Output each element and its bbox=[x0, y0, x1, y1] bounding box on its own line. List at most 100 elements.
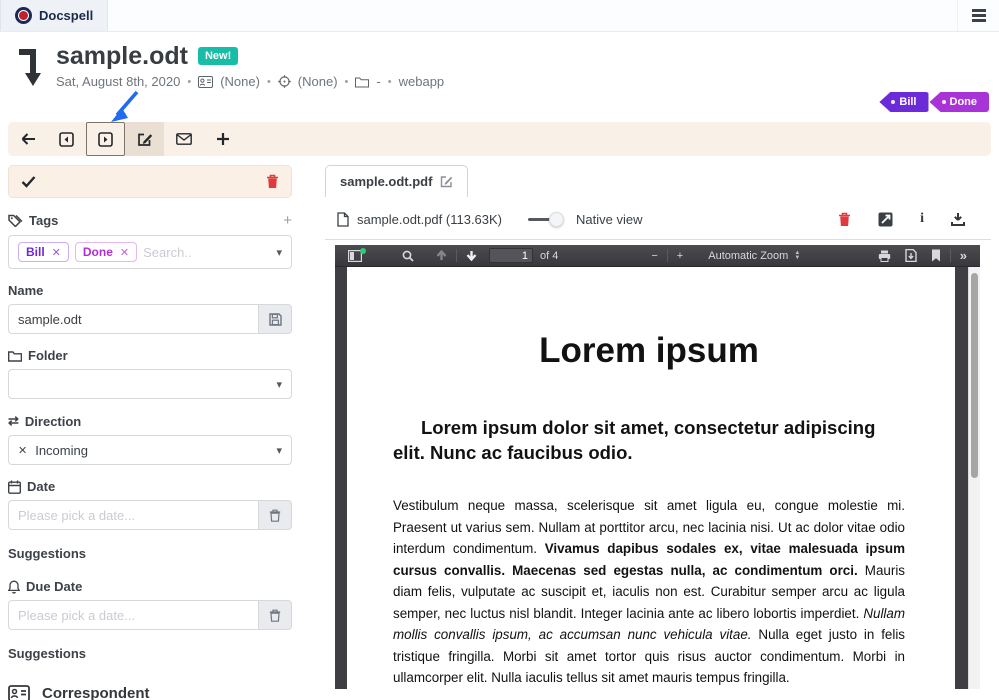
pdf-print-button[interactable] bbox=[871, 250, 898, 262]
pdf-zoom-out-button[interactable]: − bbox=[644, 250, 664, 262]
clear-date-button[interactable] bbox=[258, 500, 292, 530]
file-info-button[interactable]: i bbox=[920, 211, 924, 227]
square-caret-left-icon bbox=[59, 132, 74, 147]
pdf-search-button[interactable] bbox=[395, 245, 421, 266]
square-caret-right-icon bbox=[98, 132, 113, 147]
due-date-suggestions-label: Suggestions bbox=[8, 646, 292, 661]
pdf-zoom-in-button[interactable]: + bbox=[670, 250, 690, 262]
print-icon bbox=[878, 250, 891, 262]
document-date: Sat, August 8th, 2020 bbox=[56, 74, 180, 89]
remove-tag-icon[interactable]: ✕ bbox=[120, 246, 129, 259]
tags-icon bbox=[8, 214, 23, 227]
header-tags: Bill Done bbox=[878, 92, 989, 112]
tags-multiselect[interactable]: Bill✕ Done✕ Search.. ▾ bbox=[8, 235, 292, 269]
tag-ribbon-done[interactable]: Done bbox=[930, 92, 990, 112]
chevron-down-icon[interactable]: ▾ bbox=[276, 246, 282, 259]
trash-icon bbox=[269, 609, 281, 622]
bell-icon bbox=[8, 580, 20, 594]
save-icon bbox=[269, 313, 282, 326]
confirm-check-icon[interactable] bbox=[21, 175, 36, 188]
pdf-page-input[interactable] bbox=[490, 249, 532, 262]
download-file-button[interactable] bbox=[951, 212, 965, 226]
pdf-doc-subtitle: Lorem ipsum dolor sit amet, consectetur … bbox=[393, 415, 905, 465]
pdf-page-area: Lorem ipsum Lorem ipsum dolor sit amet, … bbox=[335, 267, 980, 689]
trash-icon bbox=[838, 212, 851, 227]
delete-item-icon[interactable] bbox=[266, 174, 279, 189]
native-view-toggle[interactable] bbox=[528, 212, 564, 226]
pdf-page-count: of 4 bbox=[540, 250, 558, 262]
clear-direction-icon[interactable]: ✕ bbox=[18, 444, 27, 457]
pdf-more-tools-button[interactable]: » bbox=[953, 248, 974, 263]
chevron-down-icon[interactable]: ▾ bbox=[276, 444, 282, 457]
pdf-bookmark-button[interactable] bbox=[924, 249, 948, 262]
prev-item-button[interactable] bbox=[47, 122, 86, 156]
clear-due-date-button[interactable] bbox=[258, 600, 292, 630]
pdf-prev-page-button[interactable] bbox=[429, 245, 454, 266]
tag-chip-bill[interactable]: Bill✕ bbox=[18, 242, 69, 262]
select-arrows-icon: ▲▼ bbox=[794, 251, 800, 261]
name-input[interactable] bbox=[8, 304, 258, 334]
tags-field-label: Tags + bbox=[8, 212, 292, 229]
brand-name: Docspell bbox=[39, 8, 93, 23]
navbar-spacer bbox=[108, 0, 957, 31]
reset-name-button[interactable] bbox=[258, 304, 292, 334]
file-download-icon bbox=[905, 249, 917, 262]
direction-select[interactable]: ✕ Incoming ▾ bbox=[8, 435, 292, 465]
attachment-tabs: sample.odt.pdf bbox=[325, 165, 991, 197]
metadata-panel-header bbox=[8, 165, 292, 198]
tag-chip-done[interactable]: Done✕ bbox=[75, 242, 137, 262]
file-icon bbox=[337, 212, 349, 227]
pdf-scrollbar[interactable] bbox=[968, 267, 980, 689]
tags-search-placeholder: Search.. bbox=[143, 245, 191, 260]
due-date-input[interactable] bbox=[8, 600, 258, 630]
name-input-group bbox=[8, 304, 292, 334]
due-date-field-label: Due Date bbox=[8, 579, 292, 594]
date-input[interactable] bbox=[8, 500, 258, 530]
open-file-button[interactable] bbox=[878, 212, 893, 227]
add-tag-icon[interactable]: + bbox=[283, 212, 292, 229]
send-mail-button[interactable] bbox=[164, 122, 203, 156]
viewer-panel: sample.odt.pdf sample.odt.pdf (113.63K) … bbox=[325, 165, 991, 689]
address-card-icon bbox=[8, 685, 30, 700]
document-meta: Sat, August 8th, 2020 • (None) • (None) … bbox=[56, 74, 444, 89]
source-meta: webapp bbox=[399, 74, 445, 89]
trash-icon bbox=[269, 509, 281, 522]
bookmark-icon bbox=[931, 249, 941, 262]
envelope-icon bbox=[176, 133, 192, 145]
pdf-sidebar-toggle-button[interactable] bbox=[341, 245, 369, 266]
pdf-page-number-box bbox=[489, 248, 533, 263]
edit-menu-button[interactable] bbox=[125, 122, 164, 156]
document-title: sample.odt bbox=[56, 42, 188, 70]
direction-value: Incoming bbox=[35, 443, 88, 458]
pen-square-icon bbox=[137, 132, 153, 147]
calendar-icon bbox=[8, 480, 21, 494]
pdf-scrollbar-thumb[interactable] bbox=[971, 273, 978, 478]
chevron-down-icon[interactable]: ▾ bbox=[276, 378, 282, 391]
back-button[interactable] bbox=[8, 122, 47, 156]
attachment-tab[interactable]: sample.odt.pdf bbox=[325, 165, 468, 197]
add-button[interactable] bbox=[203, 122, 242, 156]
date-input-group bbox=[8, 500, 292, 530]
next-item-button[interactable] bbox=[86, 122, 125, 156]
native-view-label: Native view bbox=[576, 212, 642, 227]
delete-attachment-button[interactable] bbox=[838, 212, 851, 227]
pdf-download-button[interactable] bbox=[898, 249, 924, 262]
folder-select[interactable]: ▾ bbox=[8, 369, 292, 399]
direction-field-label: ⇄ Direction bbox=[8, 413, 292, 429]
remove-tag-icon[interactable]: ✕ bbox=[52, 246, 61, 259]
action-toolbar bbox=[8, 122, 991, 156]
pdf-next-page-button[interactable] bbox=[459, 245, 484, 266]
pdf-toolbar: of 4 − + Automatic Zoom ▲▼ bbox=[335, 245, 980, 267]
brand[interactable]: Docspell bbox=[0, 0, 108, 31]
top-navbar: Docspell bbox=[0, 0, 999, 32]
pdf-doc-title: Lorem ipsum bbox=[393, 331, 905, 371]
tag-ribbon-bill[interactable]: Bill bbox=[879, 92, 928, 112]
plus-icon bbox=[216, 132, 230, 146]
docspell-logo-icon bbox=[15, 7, 32, 24]
hamburger-menu-icon[interactable] bbox=[957, 0, 999, 31]
rename-attachment-icon[interactable] bbox=[440, 175, 453, 188]
folder-field-label: Folder bbox=[8, 348, 292, 363]
concerning-meta: (None) bbox=[298, 74, 338, 89]
pdf-zoom-select[interactable]: Automatic Zoom ▲▼ bbox=[700, 248, 808, 264]
arrow-up-icon bbox=[436, 250, 447, 261]
